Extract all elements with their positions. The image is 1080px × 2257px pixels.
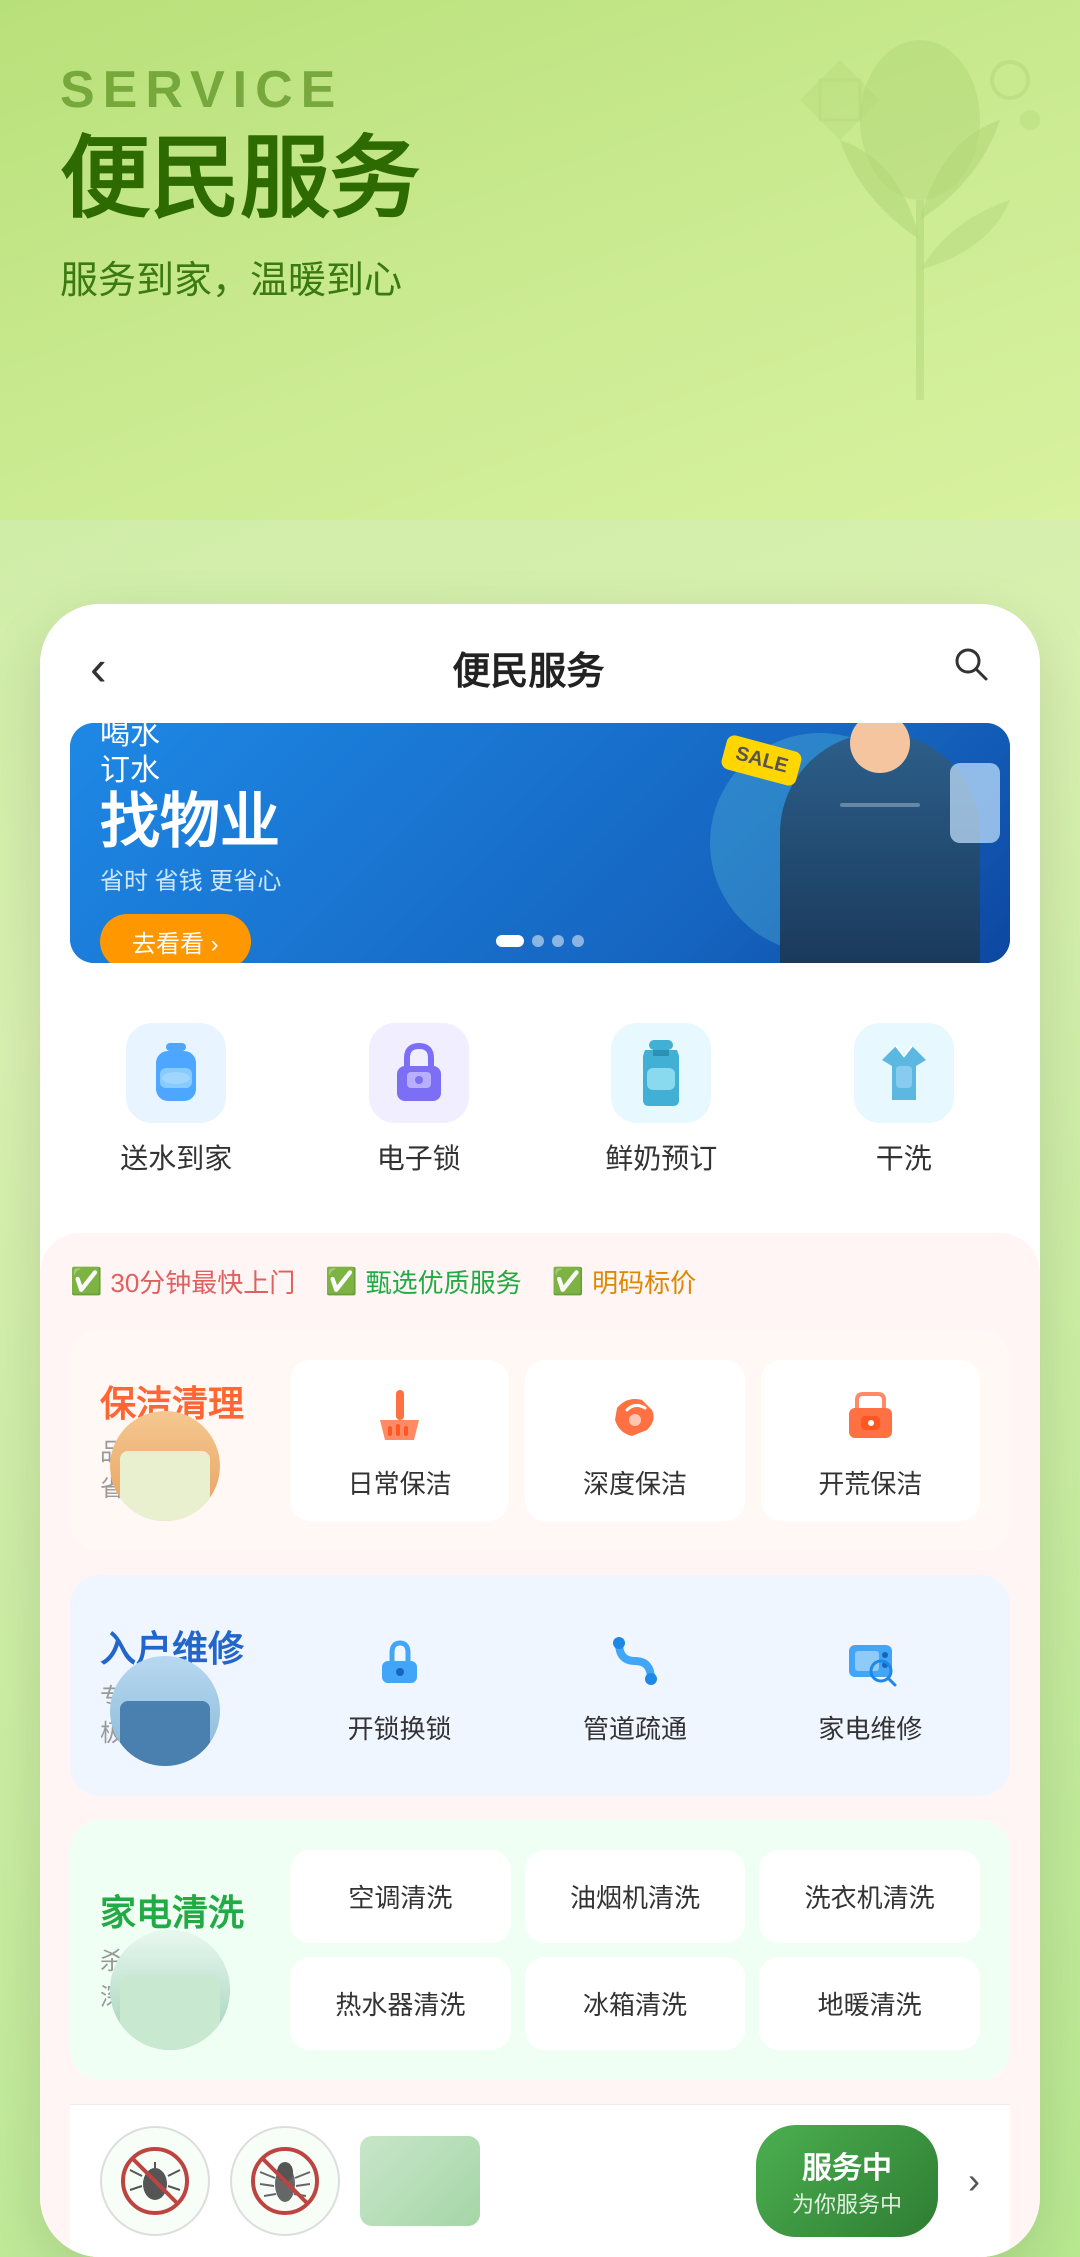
quick-icon-lock-label: 电子锁 xyxy=(377,1137,461,1177)
banner-cta-button[interactable]: 去看看 › xyxy=(100,914,251,963)
quick-icon-water[interactable]: 送水到家 xyxy=(60,1003,293,1197)
cleaning-service-block: 保洁清理 品质服务省时省心 xyxy=(70,1330,1010,1551)
badge-quality: ✅ 甄选优质服务 xyxy=(325,1263,521,1300)
services-section: ✅ 30分钟最快上门 ✅ 甄选优质服务 ✅ 明码标价 保洁清理 品质服务省时省心 xyxy=(40,1233,1040,2257)
service-deep-clean[interactable]: 深度保洁 xyxy=(525,1360,744,1521)
service-en-label: SERVICE xyxy=(60,60,1020,120)
quick-icon-dryclean[interactable]: 干洗 xyxy=(788,1003,1021,1197)
appliance-cleaning-block: 家电清洗 杀菌去污深层洁净 空调清洗 油烟机清洗 洗衣机清洗 热水器清洗 冰箱清… xyxy=(70,1820,1010,2080)
back-button[interactable]: ‹ xyxy=(90,643,107,693)
service-locksmith[interactable]: 开锁换锁 xyxy=(290,1605,509,1766)
pest-icons xyxy=(100,2126,340,2236)
pest-mosquito-icon[interactable] xyxy=(100,2126,210,2236)
service-zh-title: 便民服务 xyxy=(60,130,1020,229)
appliance-items: 空调清洗 油烟机清洗 洗衣机清洗 热水器清洗 冰箱清洗 地暖清洗 xyxy=(290,1850,980,2050)
service-subtitle: 服务到家，温暖到心 xyxy=(60,249,1020,304)
check-icon-red: ✅ xyxy=(70,1266,102,1297)
service-daily-clean[interactable]: 日常保洁 xyxy=(290,1360,509,1521)
cleaning-items: 日常保洁 深度保洁 xyxy=(290,1360,980,1521)
check-icon-orange: ✅ xyxy=(552,1266,584,1297)
page-title: 便民服务 xyxy=(452,640,604,695)
repair-service-block: 入户维修 专业修理极速响应 xyxy=(70,1575,1010,1796)
quick-icons-row: 送水到家 电子锁 xyxy=(40,993,1040,1217)
service-fridge-clean[interactable]: 冰箱清洗 xyxy=(525,1957,746,2050)
repair-items: 开锁换锁 管道疏通 xyxy=(290,1605,980,1766)
service-arrow-icon[interactable]: › xyxy=(968,2160,980,2202)
service-preview-image xyxy=(360,2136,480,2226)
badge-price: ✅ 明码标价 xyxy=(552,1263,696,1300)
quick-icon-dryclean-label: 干洗 xyxy=(876,1137,932,1177)
pest-roach-icon[interactable] xyxy=(230,2126,340,2236)
service-appliance-repair[interactable]: 家电维修 xyxy=(761,1605,980,1766)
phone-card: ‹ 便民服务 喝水 订水 找物业 省时 省钱 更省心 去看看 › xyxy=(40,604,1040,2257)
appliance-title: 家电清洗 xyxy=(100,1884,270,1936)
service-status-sub: 为你服务中 xyxy=(792,2187,902,2219)
service-heater-clean[interactable]: 热水器清洗 xyxy=(290,1957,511,2050)
service-washer-clean[interactable]: 洗衣机清洗 xyxy=(759,1850,980,1943)
top-bar: ‹ 便民服务 xyxy=(40,604,1040,723)
daily-clean-label: 日常保洁 xyxy=(348,1464,452,1501)
service-reclaim-clean[interactable]: 开荒保洁 xyxy=(761,1360,980,1521)
banner[interactable]: 喝水 订水 找物业 省时 省钱 更省心 去看看 › SALE xyxy=(70,723,1010,963)
quick-icon-milk[interactable]: 鲜奶预订 xyxy=(545,1003,778,1197)
service-pipe[interactable]: 管道疏通 xyxy=(525,1605,744,1766)
badge-speed: ✅ 30分钟最快上门 xyxy=(70,1263,295,1300)
search-button[interactable] xyxy=(950,643,990,693)
quick-icon-water-label: 送水到家 xyxy=(120,1137,232,1177)
quick-icon-milk-label: 鲜奶预订 xyxy=(605,1137,717,1177)
pipe-label: 管道疏通 xyxy=(583,1709,687,1746)
reclaim-clean-label: 开荒保洁 xyxy=(818,1464,922,1501)
locksmith-label: 开锁换锁 xyxy=(348,1709,452,1746)
badges-row: ✅ 30分钟最快上门 ✅ 甄选优质服务 ✅ 明码标价 xyxy=(70,1263,1010,1300)
service-status-button[interactable]: 服务中 为你服务中 xyxy=(756,2125,938,2237)
bottom-bar: 服务中 为你服务中 › xyxy=(70,2104,1010,2257)
service-floor-heat-clean[interactable]: 地暖清洗 xyxy=(759,1957,980,2050)
service-status-main: 服务中 xyxy=(802,2143,892,2187)
quick-icon-lock[interactable]: 电子锁 xyxy=(303,1003,536,1197)
appliance-repair-label: 家电维修 xyxy=(818,1709,922,1746)
service-hood-clean[interactable]: 油烟机清洗 xyxy=(525,1850,746,1943)
deep-clean-label: 深度保洁 xyxy=(583,1464,687,1501)
service-ac-clean[interactable]: 空调清洗 xyxy=(290,1850,511,1943)
check-icon-green: ✅ xyxy=(325,1266,357,1297)
